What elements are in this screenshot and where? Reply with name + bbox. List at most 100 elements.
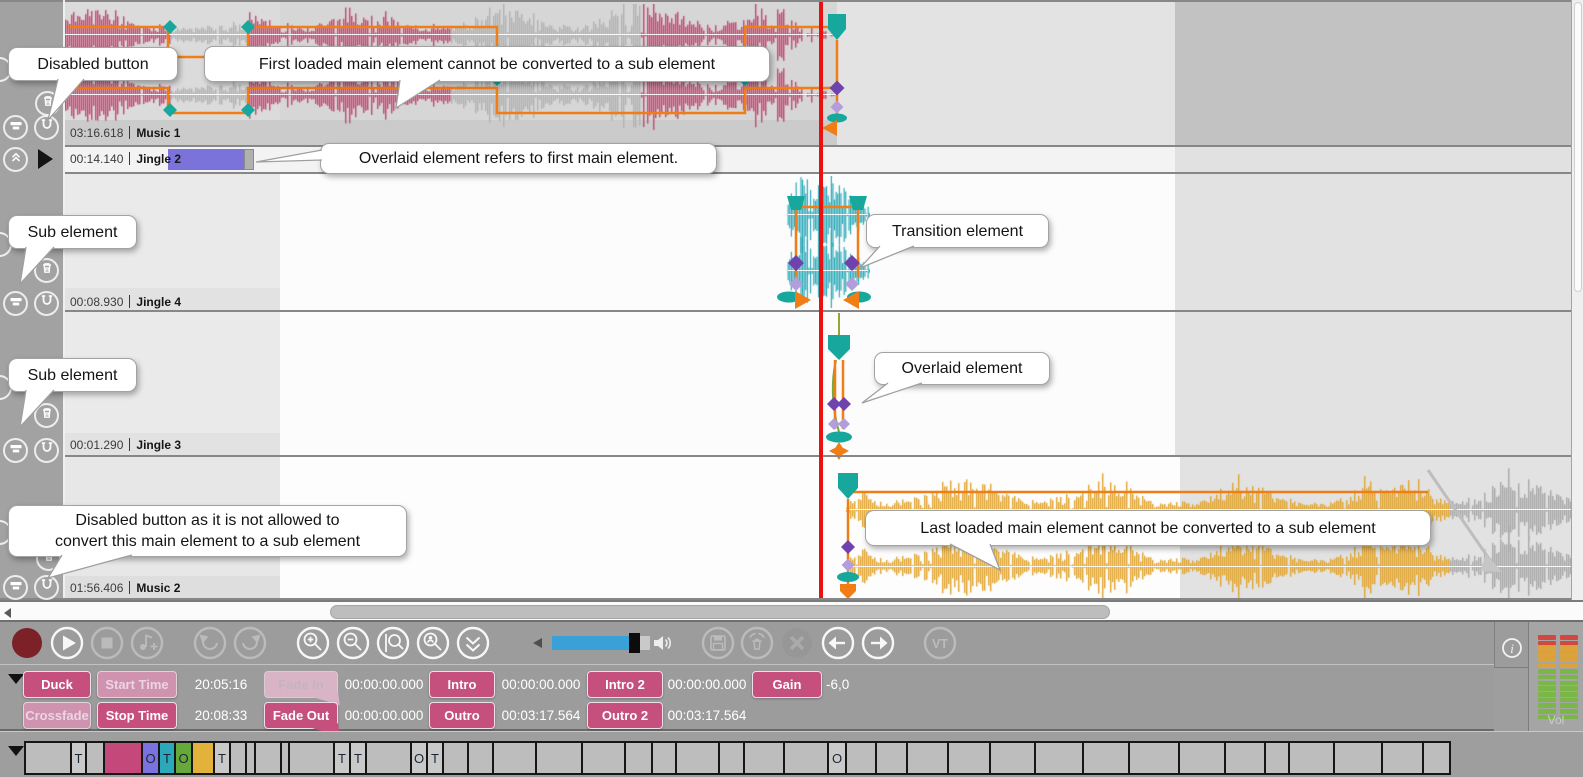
playlist-item-cell[interactable] [442,741,469,775]
playlist-item-cell[interactable] [492,741,537,775]
crossfade-button[interactable]: Crossfade [23,702,91,729]
previous-button[interactable] [820,625,856,661]
track3-convert-to-sub-button[interactable] [3,438,28,463]
playlist-item-cell[interactable] [85,741,105,775]
playlist-item-cell[interactable] [1224,741,1266,775]
track4-convert-to-sub-button[interactable] [3,575,28,600]
outro-2-button[interactable]: Outro 2 [587,702,663,729]
add-note-button[interactable] [129,625,165,661]
playlist-item-cell[interactable] [1333,741,1383,775]
track1-hook-button[interactable] [34,115,59,140]
playlist-item-cell[interactable] [1178,741,1226,775]
channel-center-line [838,566,1571,567]
start-time-button[interactable]: Start Time [97,671,177,698]
zoom-out-button[interactable] [335,625,371,661]
playlist-item-cell[interactable] [1422,741,1451,775]
jingle2-play-icon[interactable] [38,149,53,169]
playlist-item-cell[interactable] [906,741,949,775]
playlist-item-cell[interactable] [624,741,653,775]
playlist-item-cell[interactable]: O [827,741,847,775]
stop-button[interactable] [89,625,125,661]
playlist-item-cell[interactable] [254,741,282,775]
scroll-left-arrow-icon[interactable] [4,608,11,618]
playlist-item-cell[interactable] [1128,741,1180,775]
volume-slider[interactable] [552,636,630,650]
playlist-item-cell[interactable] [103,741,143,775]
close-button[interactable] [779,625,815,661]
jingle2-expand-button[interactable] [3,147,28,172]
volume-max-icon[interactable] [652,634,674,657]
vertical-scrollbar-thumb[interactable] [1574,2,1582,292]
jingle4-waveform[interactable] [786,176,870,308]
info-icon[interactable]: i [1495,622,1529,668]
volume-slider-handle[interactable] [629,633,640,653]
playlist-item-cell[interactable] [783,741,829,775]
playlist-item-cell[interactable] [581,741,626,775]
next-button[interactable] [860,625,896,661]
undo-button[interactable] [192,625,228,661]
stop-time-button[interactable]: Stop Time [97,702,177,729]
track4-hook-button[interactable] [34,575,59,600]
playlist-item-cell[interactable] [675,741,720,775]
fade-out-button[interactable]: Fade Out [264,702,338,729]
collapse-strip-arrow[interactable] [8,746,24,756]
intro-button[interactable]: Intro [429,671,495,698]
playlist-item-cell[interactable] [365,741,412,775]
playlist-item-cell[interactable] [845,741,877,775]
vu-segment [1560,692,1578,697]
collapse-button[interactable] [455,625,491,661]
voice-track-button[interactable]: VT [922,625,958,661]
intro-2-button[interactable]: Intro 2 [587,671,663,698]
record-button[interactable] [9,625,45,661]
track-time: 01:56.406 [70,581,123,595]
vu-segment [1538,698,1556,703]
track-label: 00:08.930Jingle 4 [70,295,181,309]
playlist-item-cell[interactable] [191,741,215,775]
zoom-playhead-button[interactable] [415,625,451,661]
track1-convert-to-sub-button[interactable] [3,115,28,140]
playlist-item-cell[interactable] [718,741,745,775]
jingle2-overlay-bar-handle[interactable] [244,149,254,170]
duck-button[interactable]: Duck [23,671,91,698]
playlist-item-cell[interactable] [875,741,908,775]
track3-hook-button[interactable] [34,438,59,463]
track-name: Jingle 4 [136,295,181,309]
save-button[interactable] [700,625,736,661]
playlist-item-cell[interactable] [1034,741,1084,775]
track3-delete-button[interactable] [34,403,59,428]
playlist-item-cell[interactable] [1381,741,1424,775]
playlist-item-cell[interactable] [1264,741,1290,775]
discard-button[interactable] [739,625,775,661]
playlist-item-cell[interactable] [467,741,494,775]
vu-segment [1560,658,1578,663]
track2-convert-to-sub-button[interactable] [3,291,28,316]
track2-delete-button[interactable] [34,258,59,283]
gain-button[interactable]: Gain [752,671,822,698]
playlist-item-cell[interactable] [743,741,785,775]
playlist-item-cell[interactable] [651,741,677,775]
outro-button[interactable]: Outro [429,702,495,729]
playlist-item-cell[interactable] [1288,741,1335,775]
vertical-scrollbar[interactable] [1571,0,1583,600]
svg-text:VT: VT [932,637,948,651]
playhead-line[interactable] [819,2,823,598]
zoom-selection-button[interactable] [375,625,411,661]
track2-hook-button[interactable] [34,291,59,316]
collapse-panel-arrow[interactable] [8,674,24,684]
redo-button[interactable] [232,625,268,661]
track1-delete-button[interactable] [35,91,60,116]
horizontal-scrollbar[interactable] [0,600,1583,622]
zoom-in-button[interactable] [295,625,331,661]
playlist-item-cell[interactable] [989,741,1036,775]
volume-min-icon[interactable] [533,638,542,648]
play-button[interactable] [49,625,85,661]
playlist-item-cell[interactable] [24,741,72,775]
horizontal-scrollbar-thumb[interactable] [330,605,1110,619]
playlist-item-cell[interactable] [535,741,583,775]
playlist-item-cell[interactable] [1082,741,1130,775]
volume-slider-track-end[interactable] [640,636,650,650]
track-name: Jingle 3 [136,438,181,452]
fade-in-button[interactable]: Fade In [264,671,338,698]
playlist-item-cell[interactable] [288,741,335,775]
playlist-item-cell[interactable] [947,741,991,775]
